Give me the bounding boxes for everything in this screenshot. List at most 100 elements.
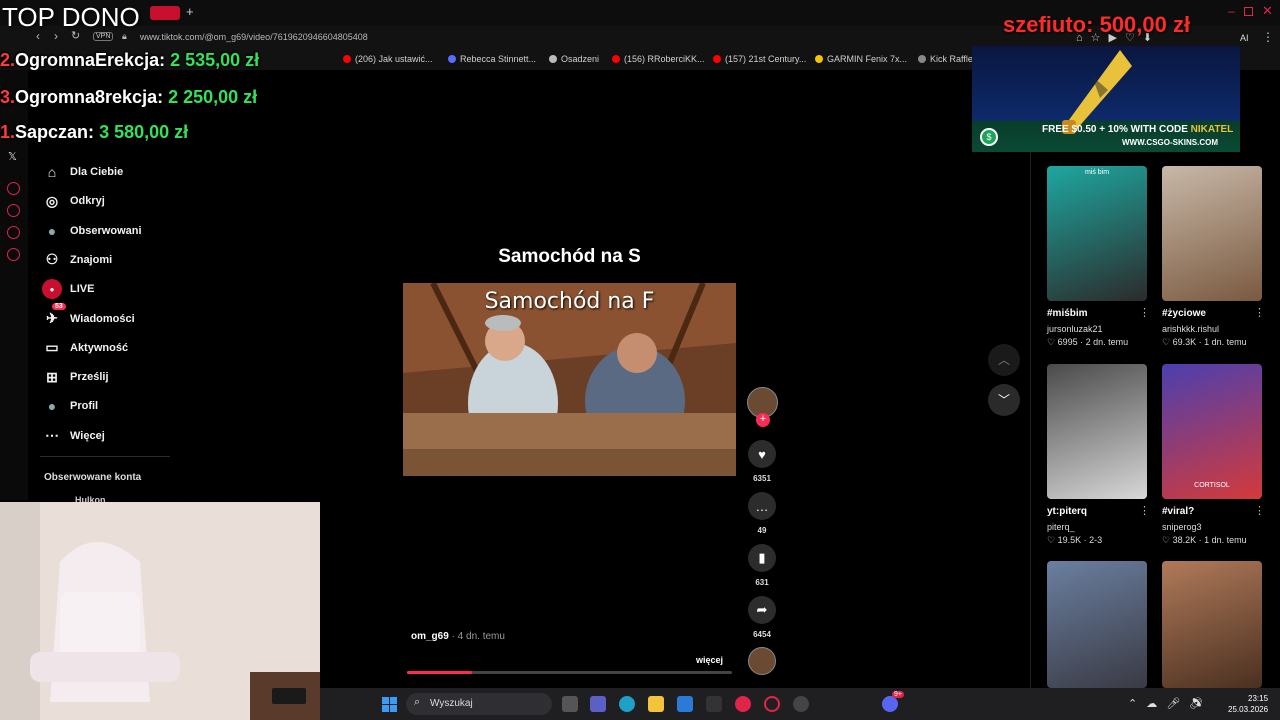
nav-item-profile[interactable]: ● Profil — [42, 395, 98, 417]
nav-item-home[interactable]: ⌂ Dla Ciebie — [42, 161, 123, 183]
teams-icon[interactable] — [590, 696, 606, 712]
file-explorer-icon[interactable] — [648, 696, 664, 712]
nav-item-friends[interactable]: ⚇ Znajomi — [42, 249, 112, 271]
taskbar-search[interactable]: ⌕ Wyszukaj — [406, 693, 552, 715]
opera-gx-icon[interactable] — [735, 696, 751, 712]
close-icon[interactable]: ✕ — [1262, 3, 1273, 19]
csgo-skins-ad: $ FREE $0.50 + 10% WITH CODE NIKATEL WWW… — [972, 46, 1240, 152]
bookmark-item[interactable]: Osadzeni — [549, 54, 599, 64]
leaderboard-name: OgromnaErekcja: — [15, 50, 166, 70]
card-title[interactable]: yt:piterq — [1047, 506, 1087, 517]
card-menu-icon[interactable]: ⋮ — [1254, 504, 1265, 517]
video-thumbnail[interactable] — [1162, 166, 1262, 301]
knife-graphic — [1062, 50, 1132, 134]
video-thumbnail[interactable] — [1047, 561, 1147, 688]
top-dono-title: TOP DONO — [2, 2, 140, 32]
card-menu-icon[interactable]: ⋮ — [1254, 306, 1265, 319]
ad-code: NIKATEL — [1190, 124, 1234, 135]
webcam-feed — [0, 502, 320, 720]
nav-item-more[interactable]: ⋯ Więcej — [42, 425, 105, 447]
ad-badge-icon: $ — [980, 128, 998, 146]
card-title[interactable]: #życiowe — [1162, 308, 1206, 319]
leaderboard-row: 2.OgromnaErekcja: 2 535,00 zł — [0, 50, 259, 71]
maximize-icon[interactable] — [1244, 7, 1253, 16]
video-thumbnail[interactable]: miś bim — [1047, 166, 1147, 301]
bookmark-label: (156) RRoberciKK... — [624, 54, 705, 64]
bookmark-item[interactable]: GARMIN Fenix 7x... — [815, 54, 907, 64]
like-button[interactable]: ♥ — [748, 440, 776, 468]
nav-item-messages[interactable]: ✈ 53 Wiadomości — [42, 302, 135, 330]
discord-icon[interactable] — [882, 696, 898, 712]
card-author[interactable]: piterq_ — [1047, 522, 1075, 532]
video-meta: om_g69 · 4 dn. temu — [411, 631, 505, 642]
new-tab-icon[interactable]: + — [186, 4, 194, 19]
obs-icon[interactable] — [793, 696, 809, 712]
bookmark-item[interactable]: Rebecca Stinnett... — [448, 54, 536, 64]
task-view-icon[interactable] — [562, 696, 578, 712]
bookmark-label: (206) Jak ustawić... — [355, 54, 433, 64]
latest-dono: szefiuto: 500,00 zł — [1003, 12, 1190, 38]
nav-item-compass[interactable]: ◎ Odkryj — [42, 190, 105, 212]
video-author[interactable]: om_g69 — [411, 631, 449, 642]
video-thumbnail[interactable] — [1047, 364, 1147, 499]
scroll-down-button[interactable]: ﹀ — [988, 384, 1020, 416]
opera-icon[interactable] — [764, 696, 780, 712]
share-button[interactable]: ➦ — [748, 596, 776, 624]
video-thumbnail[interactable] — [1162, 561, 1262, 688]
bookmark-item[interactable]: (156) RRoberciKK... — [612, 54, 705, 64]
clock-date: 25.03.2026 — [1228, 705, 1269, 714]
nav-item-live[interactable]: ● LIVE — [42, 278, 94, 300]
active-tab[interactable] — [150, 6, 180, 20]
nav-item-avatar[interactable]: ● Obserwowani — [42, 220, 142, 242]
video-thumbnail[interactable]: CORTISOL — [1162, 364, 1262, 499]
nav-item-activity[interactable]: ▭ Aktywność — [42, 337, 128, 359]
x-twitter-icon[interactable]: 𝕏 — [8, 150, 17, 163]
card-title[interactable]: #miśbim — [1047, 308, 1088, 319]
comment-icon: … — [755, 498, 769, 514]
edge-icon[interactable] — [619, 696, 635, 712]
heart-icon: ♡ — [1162, 337, 1173, 347]
meta-separator: · — [1081, 535, 1090, 545]
menu-icon[interactable]: ⋮ — [1262, 30, 1274, 44]
bookmark-label: Rebecca Stinnett... — [460, 54, 537, 64]
bookmark-item[interactable]: (206) Jak ustawić... — [343, 54, 433, 64]
card-title[interactable]: #viral? — [1162, 506, 1194, 517]
sidebar-app-icon[interactable] — [7, 182, 20, 195]
video-progress-track[interactable] — [407, 671, 732, 674]
history-icon[interactable] — [7, 204, 20, 217]
leaderboard-row: 3.Ogromna8rekcja: 2 250,00 zł — [0, 87, 257, 108]
bookmark-favicon-icon — [918, 55, 926, 63]
messenger-icon[interactable] — [7, 226, 20, 239]
windows-start-icon[interactable] — [382, 697, 397, 712]
card-author[interactable]: sniperog3 — [1162, 522, 1202, 532]
bookmark-item[interactable]: (157) 21st Century... — [713, 54, 806, 64]
comment-button[interactable]: … — [748, 492, 776, 520]
search-placeholder: Wyszukaj — [430, 698, 473, 709]
mail-icon[interactable] — [677, 696, 693, 712]
follow-plus-icon[interactable]: + — [756, 413, 770, 427]
minimize-icon[interactable]: – — [1228, 4, 1235, 18]
followed-heading: Obserwowane konta — [44, 472, 142, 483]
music-disc-avatar[interactable] — [748, 647, 776, 675]
card-meta: ♡ 38.2K · 1 dn. temu — [1162, 535, 1247, 546]
kick-app-icon[interactable] — [706, 696, 722, 712]
nav-label: Dla Ciebie — [70, 166, 124, 178]
url-field[interactable]: www.tiktok.com/@om_g69/video/76196209466… — [140, 32, 368, 42]
bookmark-item[interactable]: Kick Raffle — [918, 54, 973, 64]
card-menu-icon[interactable]: ⋮ — [1139, 306, 1150, 319]
card-menu-icon[interactable]: ⋮ — [1139, 504, 1150, 517]
video-player[interactable]: Samochód na F — [403, 283, 736, 476]
card-meta: ♡ 19.5K · 2-3 — [1047, 535, 1102, 546]
bookmark-label: Kick Raffle — [930, 54, 973, 64]
settings-icon[interactable] — [7, 248, 20, 261]
card-author[interactable]: jursonluzak21 — [1047, 324, 1103, 334]
ai-button[interactable]: AI — [1240, 33, 1249, 43]
save-button[interactable]: ▮ — [748, 544, 776, 572]
nav-label: LIVE — [70, 283, 95, 296]
scroll-up-button[interactable]: ︿ — [988, 344, 1020, 376]
card-author[interactable]: arishkkk.rishul — [1162, 324, 1219, 334]
vpn-badge[interactable]: VPN — [93, 32, 114, 41]
nav-item-upload[interactable]: ⊞ Prześlij — [42, 366, 108, 388]
meta-separator: · — [1077, 337, 1086, 347]
more-link[interactable]: więcej — [696, 655, 723, 665]
